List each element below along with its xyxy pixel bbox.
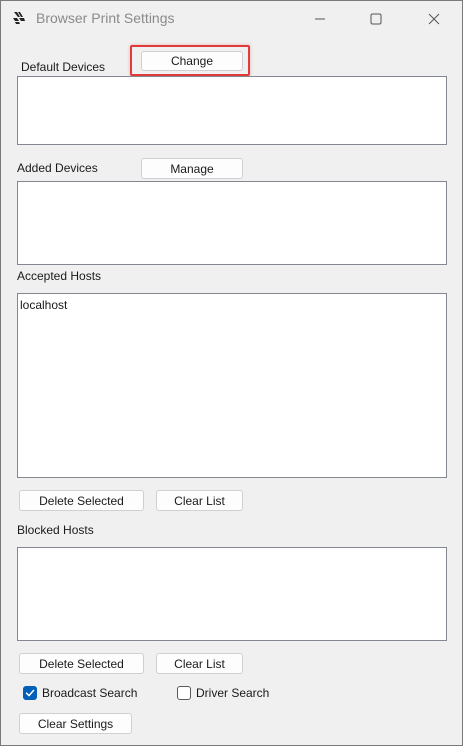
accepted-hosts-delete-selected-button[interactable]: Delete Selected bbox=[19, 490, 144, 511]
minimize-icon bbox=[315, 18, 325, 20]
default-devices-label: Default Devices bbox=[21, 60, 106, 74]
accepted-hosts-clear-list-button[interactable]: Clear List bbox=[156, 490, 243, 511]
blocked-hosts-label: Blocked Hosts bbox=[17, 523, 94, 537]
maximize-button[interactable] bbox=[353, 1, 399, 37]
broadcast-search-label[interactable]: Broadcast Search bbox=[42, 686, 137, 700]
added-devices-label: Added Devices bbox=[17, 161, 98, 175]
change-button[interactable]: Change bbox=[141, 51, 243, 71]
close-icon bbox=[428, 13, 440, 25]
manage-button[interactable]: Manage bbox=[141, 158, 243, 179]
close-button[interactable] bbox=[411, 1, 457, 37]
added-devices-list[interactable] bbox=[17, 181, 447, 265]
default-devices-list[interactable] bbox=[17, 76, 447, 145]
browser-print-settings-window: Browser Print Settings Default Devices C… bbox=[0, 0, 463, 746]
driver-search-label[interactable]: Driver Search bbox=[196, 686, 269, 700]
minimize-button[interactable] bbox=[297, 1, 343, 37]
accepted-hosts-label: Accepted Hosts bbox=[17, 269, 102, 283]
window-title: Browser Print Settings bbox=[36, 10, 175, 26]
list-item[interactable]: localhost bbox=[20, 298, 67, 312]
maximize-icon bbox=[370, 13, 382, 25]
checkmark-icon bbox=[25, 689, 35, 697]
title-bar[interactable]: Browser Print Settings bbox=[1, 1, 462, 37]
accepted-hosts-list[interactable]: localhost bbox=[17, 293, 447, 478]
blocked-hosts-delete-selected-button[interactable]: Delete Selected bbox=[19, 653, 144, 674]
clear-settings-button[interactable]: Clear Settings bbox=[19, 713, 132, 734]
blocked-hosts-list[interactable] bbox=[17, 547, 447, 641]
broadcast-search-checkbox[interactable] bbox=[23, 686, 37, 700]
blocked-hosts-clear-list-button[interactable]: Clear List bbox=[156, 653, 243, 674]
driver-search-checkbox[interactable] bbox=[177, 686, 191, 700]
zebra-app-icon bbox=[13, 12, 25, 24]
